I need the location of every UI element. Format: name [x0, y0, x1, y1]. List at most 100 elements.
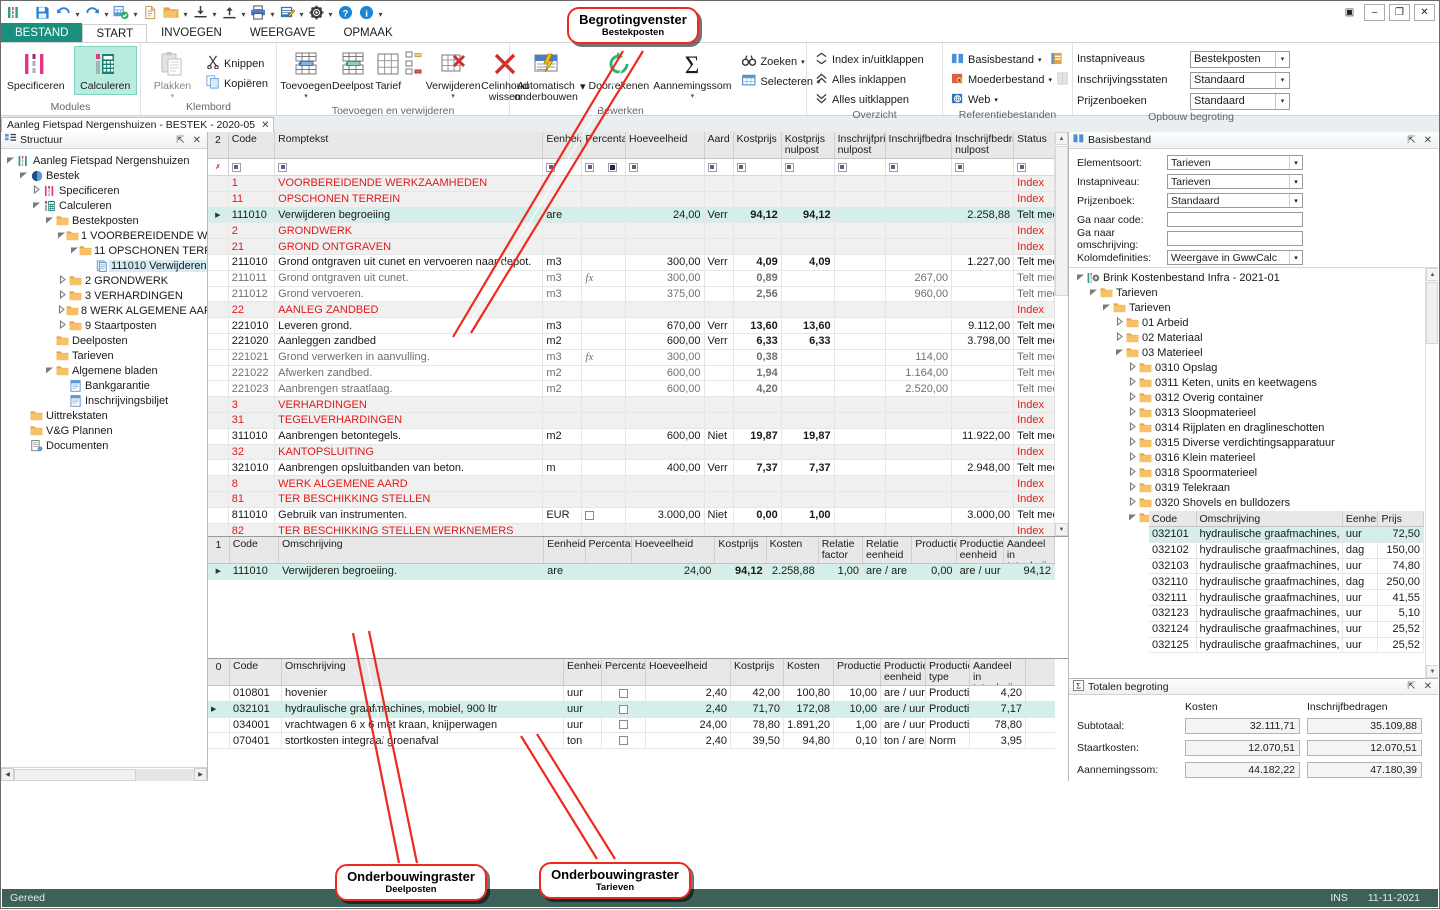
chevron-down-icon[interactable]: ▾ — [1289, 156, 1302, 169]
table-cell[interactable]: 3.798,00 — [952, 333, 1015, 349]
tab-bestand[interactable]: BESTAND — [1, 23, 83, 42]
table-cell[interactable] — [626, 491, 705, 507]
table-cell[interactable]: uur — [1343, 637, 1379, 653]
table-cell[interactable] — [586, 564, 632, 579]
table-cell[interactable]: 032101 — [1149, 527, 1197, 542]
table-cell[interactable] — [582, 428, 627, 444]
table-cell[interactable]: Productie — [926, 701, 970, 717]
table-cell[interactable]: Index — [1014, 191, 1055, 207]
filter-cell[interactable] — [705, 159, 734, 175]
table-cell[interactable]: Aanbrengen opsluitbanden van beton. — [275, 460, 544, 476]
column-header[interactable]: Omschrijving — [1197, 511, 1343, 526]
row-marker[interactable] — [208, 270, 229, 286]
table-cell[interactable]: 3,95 — [970, 733, 1026, 749]
table-cell[interactable] — [582, 176, 627, 191]
table-cell[interactable] — [886, 223, 953, 239]
print-icon[interactable] — [248, 2, 268, 22]
tree-expander-icon[interactable] — [1127, 406, 1138, 418]
column-header[interactable]: Eenheid — [564, 659, 602, 685]
table-cell[interactable] — [705, 365, 734, 381]
table-cell[interactable]: GRONDWERK — [275, 223, 544, 239]
recalc-caret-icon[interactable]: ▾ — [132, 2, 139, 22]
tree-expander-icon[interactable] — [57, 230, 66, 241]
table-cell[interactable] — [705, 302, 734, 318]
table-cell[interactable] — [952, 397, 1015, 412]
row-marker[interactable] — [208, 286, 229, 302]
chevron-down-icon[interactable]: ▾ — [1289, 175, 1302, 188]
basisbestand-button[interactable]: Basisbestand ▾ — [947, 50, 1073, 69]
table-cell[interactable] — [543, 176, 583, 191]
tree-node[interactable]: 9 Staartposten — [3, 318, 207, 333]
tree-node[interactable]: Documenten — [3, 438, 207, 453]
table-cell[interactable] — [626, 476, 705, 491]
table-cell[interactable] — [952, 491, 1015, 507]
calculeren-button[interactable]: Calculeren — [73, 45, 137, 96]
table-cell[interactable] — [886, 444, 953, 460]
table-cell[interactable]: 300,00 — [626, 254, 705, 270]
table-row[interactable]: 032124hydraulische graafmachines, hulpuu… — [1149, 621, 1425, 638]
table-cell[interactable]: 221021 — [229, 349, 276, 365]
table-cell[interactable] — [626, 302, 705, 318]
table-cell[interactable]: 2,56 — [733, 286, 782, 302]
tree-expander-icon[interactable] — [18, 170, 29, 181]
table-cell[interactable]: 0,38 — [733, 349, 782, 365]
table-cell[interactable]: GROND ONTGRAVEN — [275, 239, 544, 254]
table-cell[interactable]: Verr — [705, 460, 734, 476]
table-cell[interactable]: are / uur — [881, 717, 926, 733]
table-cell[interactable]: 150,00 — [1378, 542, 1425, 558]
filter-cell[interactable] — [886, 159, 953, 175]
table-cell[interactable] — [582, 239, 627, 254]
redo-icon[interactable] — [82, 2, 102, 22]
table-cell[interactable] — [952, 286, 1015, 302]
table-cell[interactable]: Afwerken zandbed. — [275, 365, 544, 381]
table-cell[interactable] — [582, 491, 627, 507]
table-cell[interactable]: 1,00 — [819, 564, 864, 579]
table-row[interactable]: 221023 Aanbrengen straatlaag. m2 600,00 4,20… — [208, 381, 1055, 398]
table-row[interactable]: 211012 Grond vervoeren. m3 375,00 2,56 960,00… — [208, 286, 1055, 303]
tree-node[interactable]: Tarieven — [1073, 285, 1438, 300]
tree-node[interactable]: V&G Plannen — [3, 423, 207, 438]
table-cell[interactable]: 4,20 — [970, 686, 1026, 701]
table-cell[interactable] — [582, 318, 627, 333]
table-cell[interactable]: 010801 — [230, 686, 282, 701]
table-row[interactable]: 32 KANTOPSLUITING Index — [208, 444, 1055, 461]
table-cell[interactable]: 1 — [229, 176, 276, 191]
table-cell[interactable]: 24,00 — [626, 207, 705, 223]
table-cell[interactable]: are / uur — [881, 686, 926, 701]
select[interactable]: Weergave in GwwCalc ▾ — [1167, 250, 1303, 265]
filter-button[interactable] — [888, 162, 898, 172]
table-cell[interactable] — [705, 476, 734, 491]
moederbestand-button[interactable]: Moederbestand ▾ — [947, 70, 1073, 89]
row-marker[interactable] — [208, 717, 230, 733]
table-cell[interactable] — [835, 191, 886, 207]
filter-button[interactable] — [707, 162, 717, 172]
column-header[interactable]: Aandeel in totaalprijs — [1004, 537, 1055, 563]
table-cell[interactable]: 24,00 — [632, 564, 716, 579]
table-row[interactable]: 034001 vrachtwagen 6 x 6 met kraan, knijp… — [208, 717, 1055, 734]
table-cell[interactable] — [705, 412, 734, 428]
row-marker[interactable] — [208, 223, 229, 239]
restore-down-icon[interactable]: ▣ — [1339, 4, 1360, 21]
tree-node[interactable]: 11 OPSCHONEN TERF — [3, 243, 207, 258]
table-cell[interactable]: hydraulische graafmachines, hulp — [1197, 605, 1343, 621]
table-cell[interactable]: 600,00 — [626, 428, 705, 444]
table-cell[interactable] — [886, 254, 953, 270]
table-row[interactable]: 3 VERHARDINGEN Index — [208, 397, 1055, 413]
table-cell[interactable] — [734, 223, 782, 239]
info-icon[interactable]: i — [356, 2, 376, 22]
table-cell[interactable] — [782, 286, 835, 302]
table-cell[interactable]: 25,52 — [1378, 637, 1425, 653]
close-icon[interactable]: ✕ — [261, 120, 269, 131]
redo-caret-icon[interactable]: ▾ — [103, 2, 110, 22]
table-cell[interactable]: fx — [582, 349, 627, 365]
table-cell[interactable]: m3 — [543, 286, 583, 302]
table-row[interactable]: 811010 Gebruik van instrumenten. EUR 3.000,… — [208, 507, 1055, 524]
tree-node[interactable]: Calculeren — [3, 198, 207, 213]
text-input[interactable] — [1167, 231, 1303, 246]
scroll-up-icon[interactable]: ▲ — [1055, 132, 1068, 145]
table-cell[interactable] — [582, 223, 627, 239]
table-cell[interactable] — [705, 223, 734, 239]
table-cell[interactable] — [626, 176, 705, 191]
table-cell[interactable]: 4,09 — [733, 254, 782, 270]
table-cell[interactable] — [835, 491, 886, 507]
